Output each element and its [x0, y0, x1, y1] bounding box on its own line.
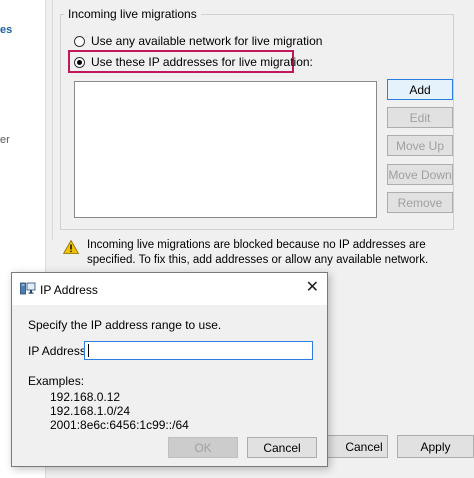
text-caret	[88, 344, 89, 357]
ok-button[interactable]: OK	[168, 437, 238, 458]
ip-address-input[interactable]	[84, 341, 313, 360]
dialog-cancel-button[interactable]: Cancel	[247, 437, 317, 458]
remove-button[interactable]: Remove	[387, 192, 453, 213]
example-ipv6: 2001:8e6c:6456:1c99::/64	[50, 418, 189, 432]
dialog-titlebar[interactable]: IP Address ✕	[12, 273, 327, 305]
warning-icon	[62, 239, 80, 257]
close-icon[interactable]: ✕	[306, 279, 319, 297]
radio-these-ips[interactable]: Use these IP addresses for live migratio…	[74, 55, 313, 69]
warning-text: Incoming live migrations are blocked bec…	[87, 239, 429, 266]
ip-address-list[interactable]	[74, 81, 377, 218]
move-down-button[interactable]: Move Down	[387, 164, 453, 185]
radio-any-network-label: Use any available network for live migra…	[91, 34, 323, 48]
cancel-label: Cancel	[345, 439, 383, 454]
examples-label: Examples:	[28, 374, 85, 388]
radio-these-ips-button[interactable]	[74, 56, 85, 68]
example-subnet: 192.168.1.0/24	[50, 404, 131, 418]
nav-item-active[interactable]: es	[0, 24, 12, 36]
dialog-title: IP Address	[40, 283, 98, 297]
add-button[interactable]: Add	[387, 79, 453, 100]
apply-button[interactable]: Apply	[397, 435, 474, 458]
radio-any-network[interactable]: Use any available network for live migra…	[74, 34, 322, 48]
nav-item-other[interactable]: er	[0, 134, 10, 146]
ip-address-dialog: IP Address ✕ Specify the IP address rang…	[11, 272, 328, 467]
radio-any-network-button[interactable]	[74, 35, 85, 47]
edit-button[interactable]: Edit	[387, 107, 453, 128]
radio-these-ips-label: Use these IP addresses for live migratio…	[91, 55, 313, 69]
dialog-prompt: Specify the IP address range to use.	[28, 318, 222, 332]
pane-divider	[52, 0, 53, 240]
example-ipv4: 192.168.0.12	[50, 390, 121, 404]
network-computer-icon	[20, 282, 36, 299]
move-up-button[interactable]: Move Up	[387, 135, 453, 156]
group-legend: Incoming live migrations	[64, 7, 201, 21]
ip-address-label: IP Address	[28, 344, 86, 358]
